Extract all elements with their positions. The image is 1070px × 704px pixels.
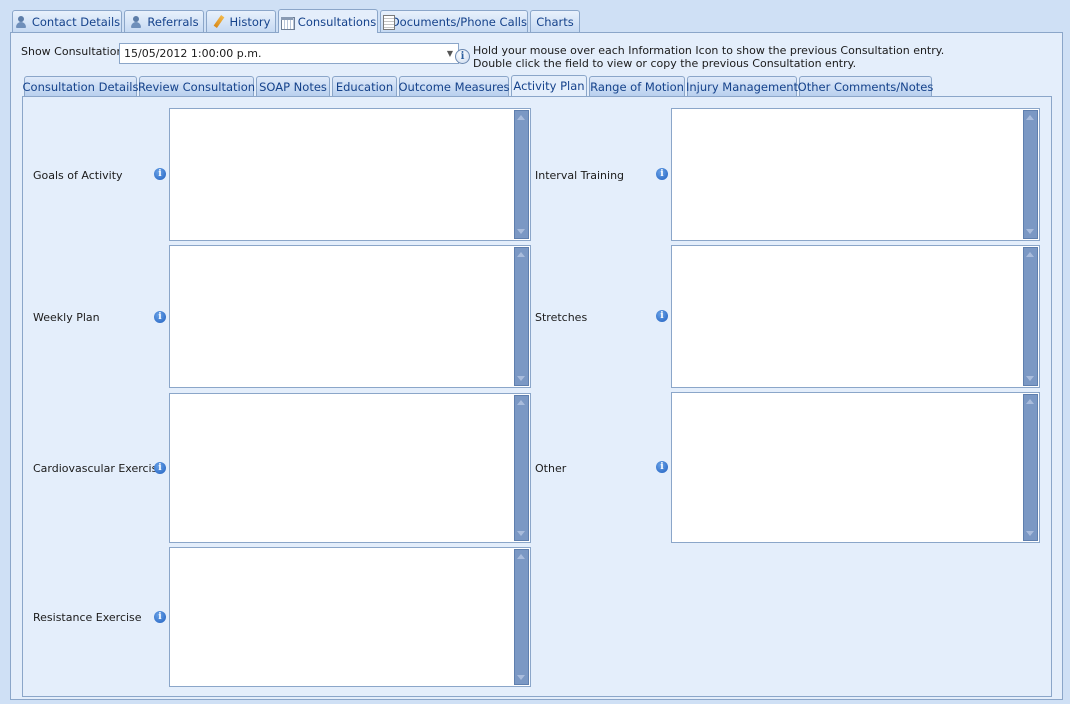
goals-of-activity-label: Goals of Activity [33, 169, 123, 182]
scroll-down-icon[interactable] [517, 376, 525, 381]
tab-label: SOAP Notes [259, 79, 327, 94]
tab-label: Other Comments/Notes [797, 79, 934, 94]
tab-label: Contact Details [31, 15, 121, 29]
cardiovascular-exercise-field[interactable] [169, 393, 531, 543]
scroll-down-icon[interactable] [1026, 531, 1034, 536]
tab-label: Charts [536, 15, 574, 29]
scrollbar[interactable] [1023, 394, 1038, 541]
tab-referrals[interactable]: Referrals [124, 10, 204, 33]
interval-training-field[interactable] [671, 108, 1040, 241]
info-icon[interactable]: i [154, 611, 166, 623]
tab-label: Review Consultation [137, 79, 256, 94]
info-icon[interactable]: i [656, 461, 668, 473]
pencil-icon [212, 15, 226, 29]
scrollbar[interactable] [1023, 110, 1038, 239]
scroll-up-icon[interactable] [517, 554, 525, 559]
person-icon [14, 15, 28, 29]
document-icon [381, 15, 395, 30]
info-icon[interactable]: i [656, 168, 668, 180]
scrollbar[interactable] [1023, 247, 1038, 386]
tab-outcome-measures[interactable]: Outcome Measures [398, 76, 510, 96]
tab-consultations[interactable]: Consultations [278, 9, 378, 33]
tab-label: Activity Plan [513, 79, 585, 93]
tab-label: Outcome Measures [398, 79, 510, 94]
hint-line-2: Double click the field to view or copy t… [473, 57, 857, 70]
hint-text: Hold your mouse over each Information Ic… [473, 44, 944, 70]
other-field[interactable] [671, 392, 1040, 543]
resistance-exercise-label: Resistance Exercise [33, 611, 142, 624]
tab-label: Documents/Phone Calls [390, 15, 527, 29]
tab-contact-details[interactable]: Contact Details [12, 10, 122, 33]
tab-soap-notes[interactable]: SOAP Notes [256, 76, 330, 96]
tab-label: Education [335, 79, 394, 94]
info-icon: i [455, 49, 470, 64]
tab-other-comments-notes[interactable]: Other Comments/Notes [797, 76, 934, 96]
tab-education[interactable]: Education [332, 76, 397, 96]
tab-range-of-motion[interactable]: Range of Motion [589, 76, 685, 96]
scroll-up-icon[interactable] [517, 252, 525, 257]
tab-label: Referrals [147, 15, 199, 29]
tab-label: Consultation Details [22, 79, 139, 94]
consultation-select-value: 15/05/2012 1:00:00 p.m. [124, 47, 262, 60]
weekly-plan-field[interactable] [169, 245, 531, 388]
weekly-plan-label: Weekly Plan [33, 311, 100, 324]
info-icon[interactable]: i [154, 311, 166, 323]
stretches-label: Stretches [535, 311, 588, 324]
interval-training-label: Interval Training [535, 169, 625, 182]
hint-line-1: Hold your mouse over each Information Ic… [473, 44, 945, 57]
scroll-down-icon[interactable] [1026, 229, 1034, 234]
scrollbar[interactable] [514, 247, 529, 386]
scroll-up-icon[interactable] [517, 115, 525, 120]
show-consultation-label: Show Consultation: [21, 45, 128, 58]
tab-activity-plan[interactable]: Activity Plan [511, 75, 587, 96]
stretches-field[interactable] [671, 245, 1040, 388]
activity-plan-panel: Goals of Activity i Weekly Plan i Cardio… [22, 96, 1052, 697]
tab-injury-management[interactable]: Injury Management [685, 76, 799, 96]
person-icon [129, 15, 143, 29]
scroll-up-icon[interactable] [1026, 252, 1034, 257]
tab-history[interactable]: History [206, 10, 276, 33]
scroll-down-icon[interactable] [517, 675, 525, 680]
tab-documents-phone-calls[interactable]: Documents/Phone Calls [380, 10, 528, 33]
info-icon[interactable]: i [154, 168, 166, 180]
tab-review-consultation[interactable]: Review Consultation [137, 76, 256, 96]
scroll-up-icon[interactable] [1026, 115, 1034, 120]
tab-label: History [229, 15, 271, 29]
consultations-panel: Show Consultation: 15/05/2012 1:00:00 p.… [10, 32, 1063, 700]
scroll-up-icon[interactable] [1026, 399, 1034, 404]
consultation-select[interactable]: 15/05/2012 1:00:00 p.m. ▼ [119, 43, 459, 64]
scroll-down-icon[interactable] [517, 531, 525, 536]
tab-label: Injury Management [685, 79, 799, 94]
tab-label: Range of Motion [590, 79, 684, 94]
calendar-icon [280, 15, 295, 30]
other-label: Other [535, 462, 567, 475]
cardiovascular-exercise-label: Cardiovascular Exercise [33, 462, 165, 475]
scroll-up-icon[interactable] [517, 400, 525, 405]
scroll-down-icon[interactable] [517, 229, 525, 234]
tab-label: Consultations [297, 14, 377, 29]
info-icon[interactable]: i [656, 310, 668, 322]
scrollbar[interactable] [514, 549, 529, 685]
resistance-exercise-field[interactable] [169, 547, 531, 687]
tab-charts[interactable]: Charts [530, 10, 580, 33]
goals-of-activity-field[interactable] [169, 108, 531, 241]
info-icon[interactable]: i [154, 462, 166, 474]
scrollbar[interactable] [514, 110, 529, 239]
scrollbar[interactable] [514, 395, 529, 541]
scroll-down-icon[interactable] [1026, 376, 1034, 381]
tab-consultation-details[interactable]: Consultation Details [22, 76, 139, 96]
